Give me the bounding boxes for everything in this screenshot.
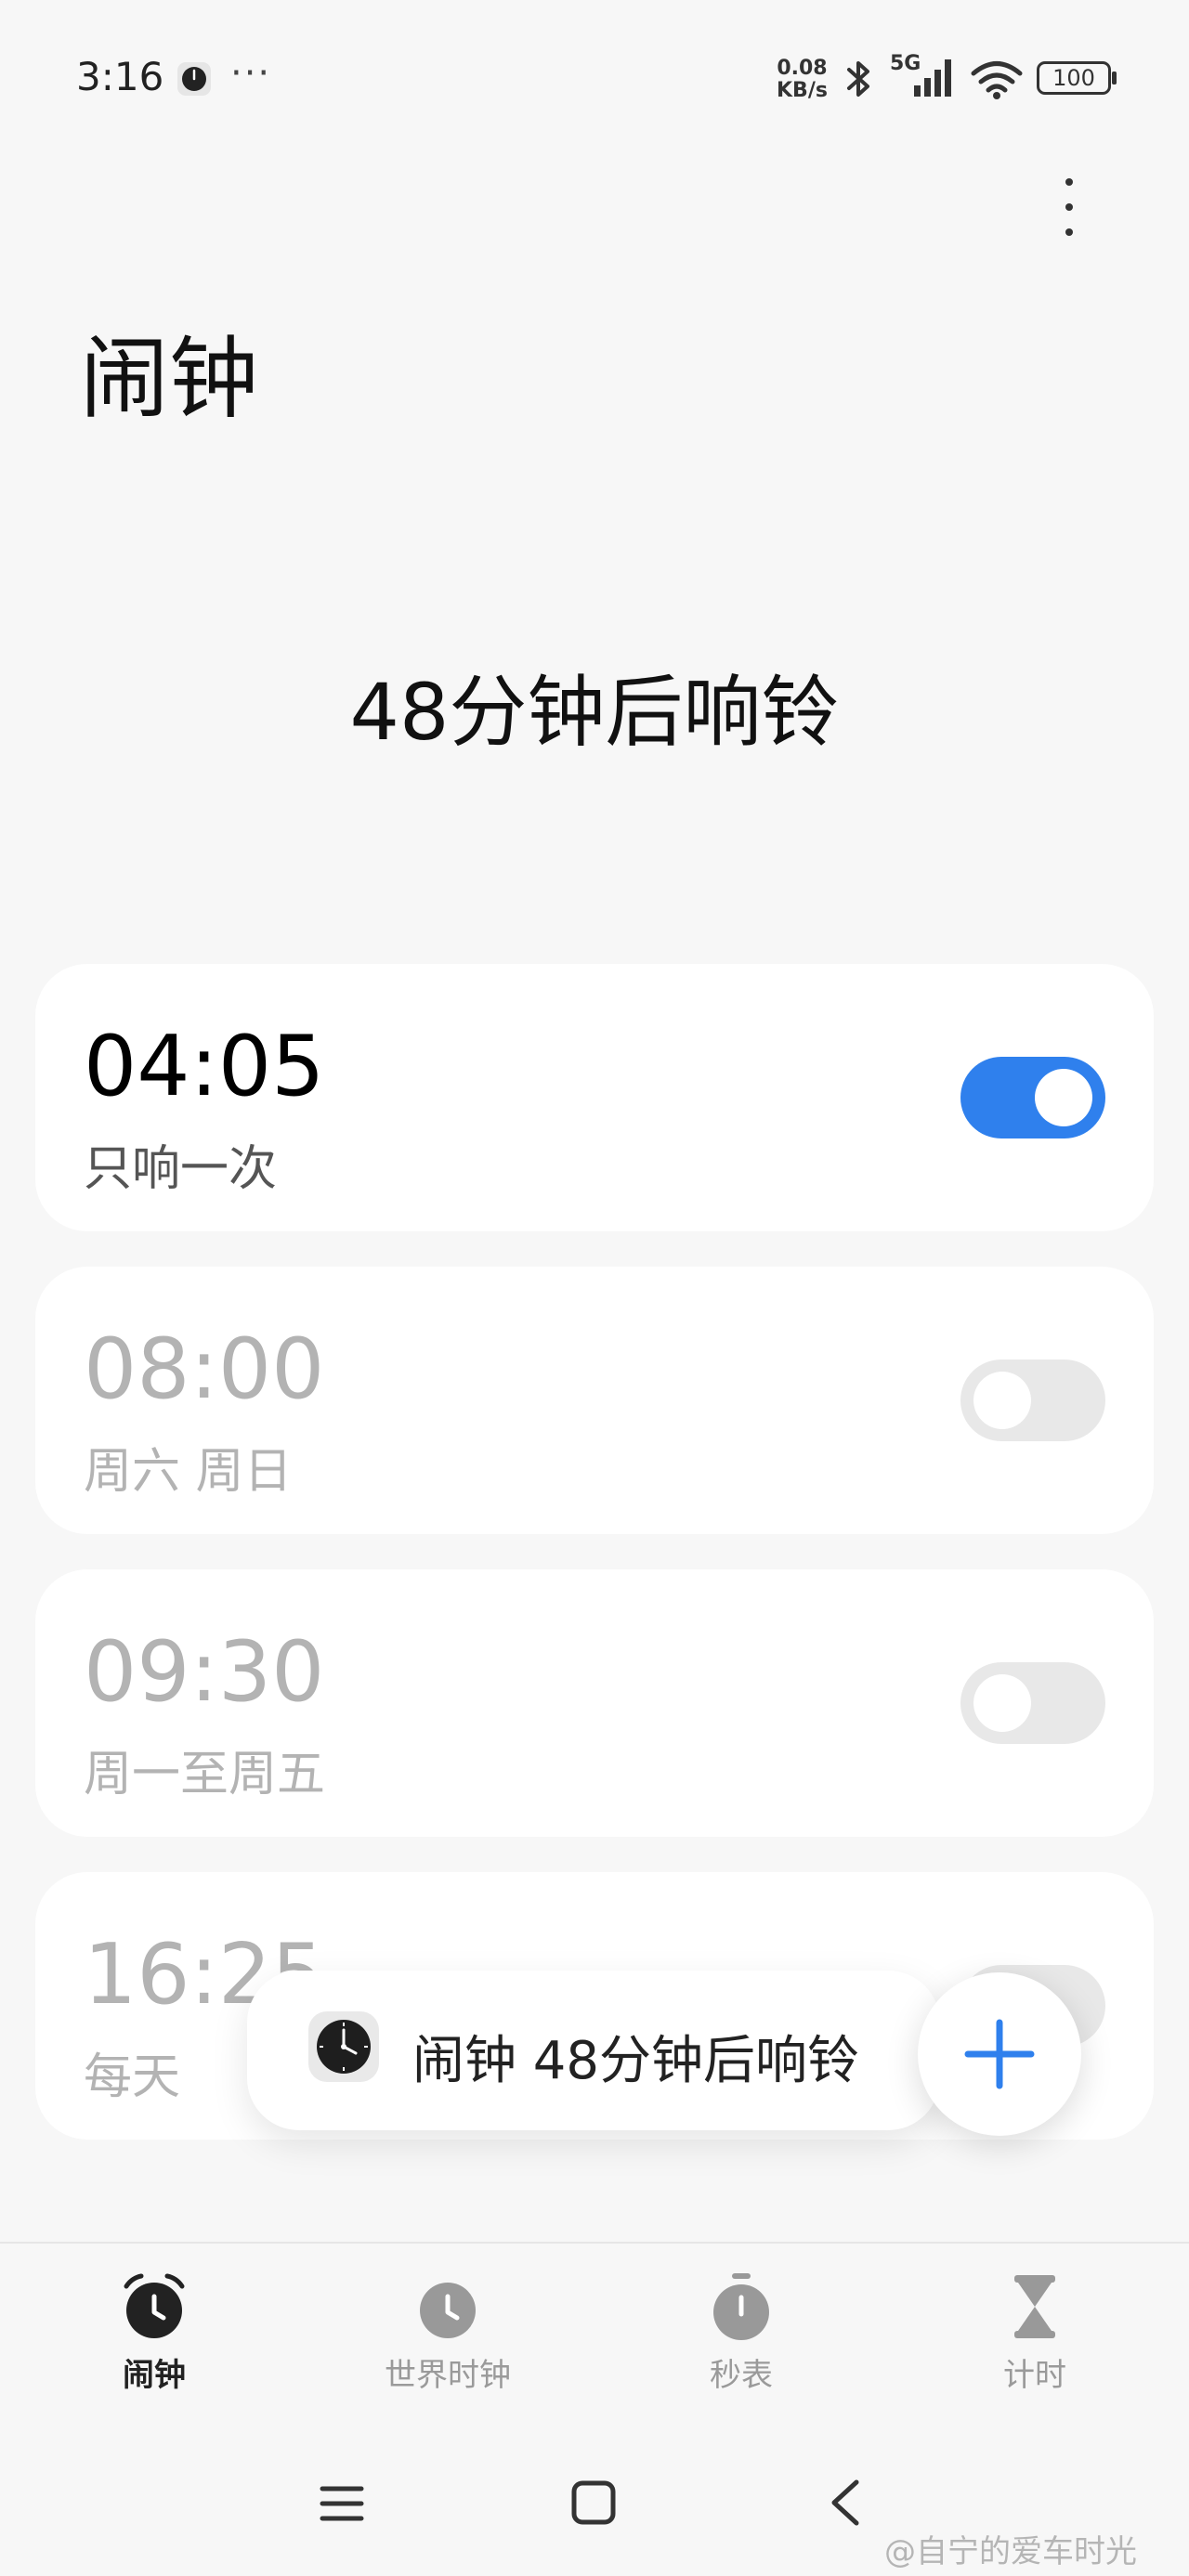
wifi-icon — [971, 61, 1023, 99]
alarm-clock-icon — [124, 2273, 185, 2338]
add-alarm-button[interactable] — [918, 1972, 1081, 2136]
more-options-button[interactable] — [1050, 175, 1087, 240]
world-clock-icon — [420, 2283, 476, 2338]
tab-world-clock[interactable]: 世界时钟 — [355, 2271, 541, 2395]
tab-stopwatch[interactable]: 秒表 — [648, 2271, 834, 2395]
battery-tip — [1112, 72, 1117, 85]
cellular-signal-icon — [914, 59, 951, 97]
more-notifications-indicator: ··· — [230, 52, 272, 95]
alarm-toggle[interactable] — [960, 1057, 1105, 1138]
alarm-repeat: 周一至周五 — [84, 1747, 326, 1802]
toggle-knob — [973, 1674, 1031, 1732]
status-time: 3:16 — [76, 54, 164, 99]
alarm-time: 09:30 — [84, 1623, 325, 1721]
home-icon[interactable] — [570, 2479, 617, 2526]
alarm-card[interactable]: 09:30 周一至周五 — [35, 1569, 1154, 1837]
tab-alarm[interactable]: 闹钟 — [61, 2271, 247, 2395]
network-speed: 0.08 KB/s — [777, 57, 828, 102]
clock-app-icon — [308, 2011, 379, 2082]
tab-label: 闹钟 — [123, 2357, 186, 2394]
toast-message: 闹钟 48分钟后响铃 — [412, 2031, 860, 2091]
alarm-toggle[interactable] — [960, 1662, 1105, 1744]
clock-notification-icon — [177, 62, 211, 96]
alarm-time: 04:05 — [84, 1018, 325, 1115]
tab-label: 世界时钟 — [385, 2357, 511, 2394]
battery-indicator: 100 — [1037, 61, 1111, 95]
alarm-toast: 闹钟 48分钟后响铃 — [247, 1971, 940, 2130]
plus-icon — [964, 2019, 1035, 2089]
bluetooth-icon — [847, 61, 869, 97]
next-alarm-countdown: 48分钟后响铃 — [349, 667, 840, 758]
watermark: @自宁的爱车时光 — [884, 2533, 1137, 2570]
alarm-card[interactable]: 04:05 只响一次 — [35, 964, 1154, 1231]
toggle-knob — [1035, 1069, 1092, 1126]
alarm-time: 08:00 — [84, 1321, 325, 1418]
tab-label: 计时 — [1003, 2357, 1066, 2394]
page-title: 闹钟 — [80, 327, 258, 431]
alarm-repeat: 每天 — [84, 2049, 181, 2105]
alarm-repeat: 周六 周日 — [84, 1444, 293, 1500]
hourglass-icon — [1014, 2275, 1055, 2338]
tab-timer[interactable]: 计时 — [942, 2271, 1128, 2395]
stopwatch-icon — [713, 2273, 769, 2340]
alarm-toggle[interactable] — [960, 1360, 1105, 1441]
back-icon[interactable] — [827, 2478, 864, 2528]
alarm-card[interactable]: 08:00 周六 周日 — [35, 1267, 1154, 1534]
toggle-knob — [973, 1372, 1031, 1429]
status-bar: 3:16 ··· 0.08 KB/s 5G 100 — [0, 0, 1189, 158]
tab-label: 秒表 — [710, 2357, 773, 2394]
alarm-repeat: 只响一次 — [84, 1141, 278, 1197]
menu-icon[interactable] — [320, 2483, 364, 2524]
